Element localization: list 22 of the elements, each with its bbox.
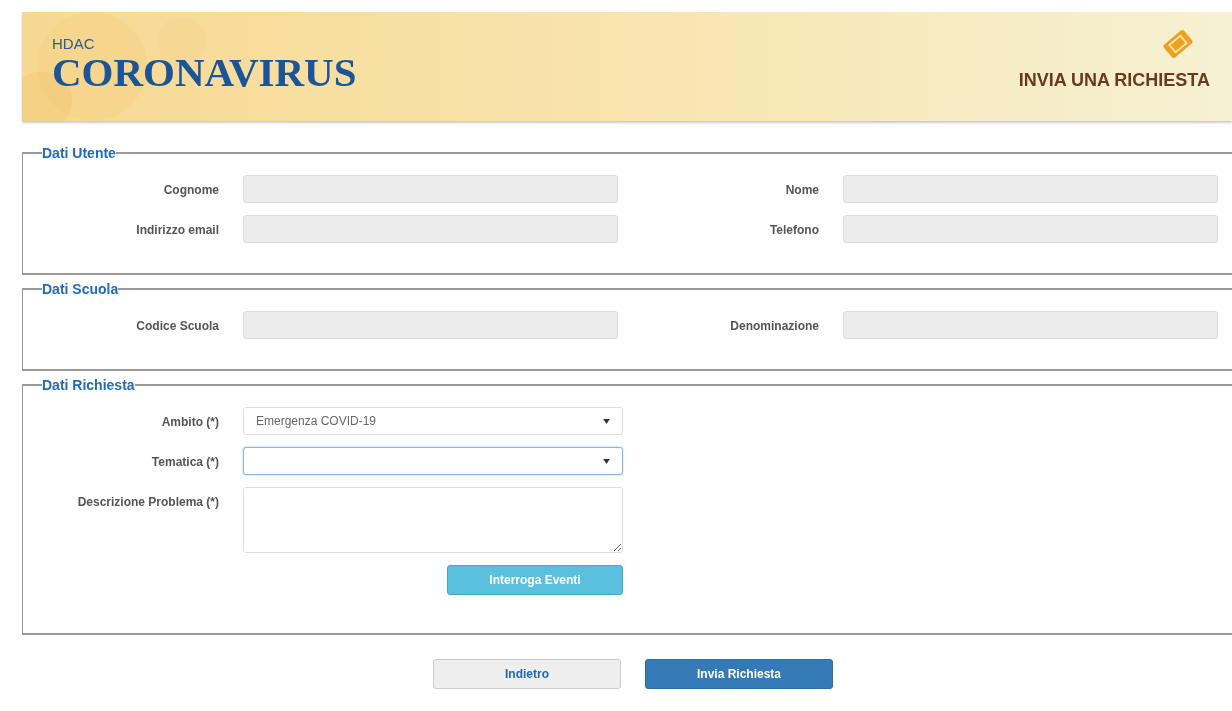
field-label: Tematica (*): [150, 454, 219, 469]
request-link[interactable]: INVIA UNA RICHIESTA: [1018, 70, 1210, 91]
field-label: Cognome: [162, 182, 219, 197]
field-label: Codice Scuola: [135, 318, 219, 333]
field-label: Nome: [784, 182, 819, 197]
field-label: Telefono: [768, 222, 819, 237]
field-label: Descrizione Problema (*): [76, 494, 219, 509]
section-title: Dati Scuola: [42, 281, 119, 297]
dropdown-field[interactable]: [243, 447, 623, 475]
caret-icon: [603, 458, 610, 464]
back-button[interactable]: Indietro: [433, 659, 621, 689]
dropdown-field[interactable]: Emergenza COVID-19: [243, 407, 623, 435]
field-label: Ambito (*): [160, 414, 219, 429]
section-title: Dati Utente: [42, 145, 116, 161]
text-area[interactable]: [243, 487, 623, 553]
field-label: Denominazione: [729, 318, 819, 333]
section-title: Dati Richiesta: [42, 377, 135, 393]
brand-subtitle: HDAC: [52, 36, 96, 52]
caret-icon: [603, 418, 610, 424]
submit-button[interactable]: Invia Richiesta: [645, 659, 833, 689]
field-label: Indirizzo email: [135, 222, 219, 237]
brand-title: CORONAVIRUS: [52, 52, 357, 92]
